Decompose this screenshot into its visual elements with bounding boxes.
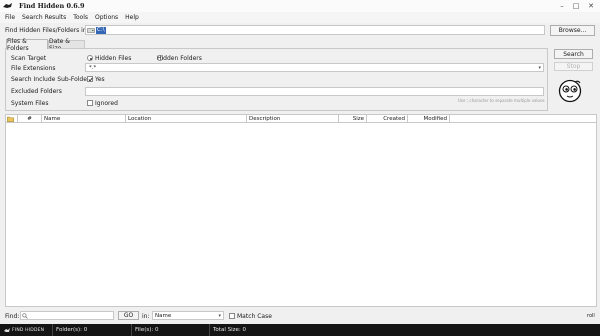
brand-icon xyxy=(4,327,10,332)
app-icon xyxy=(3,3,12,8)
column-header-description[interactable]: Description xyxy=(247,115,339,122)
scroll-indicator: roll xyxy=(587,313,595,319)
file-extensions-combobox[interactable]: *.* ▾ xyxy=(85,63,544,72)
include-subfolders-label: Search Include Sub-Folders xyxy=(11,76,93,83)
column-header-name[interactable]: Name xyxy=(42,115,126,122)
menu-options[interactable]: Options xyxy=(95,14,118,21)
search-button[interactable]: Search xyxy=(554,49,593,59)
system-files-label: System Files xyxy=(11,100,49,107)
drive-icon xyxy=(87,28,95,33)
status-bar: FIND HIDDEN Folder(s): 0 File(s): 0 Tota… xyxy=(0,324,600,336)
maximize-icon[interactable]: □ xyxy=(570,1,582,11)
folder-icon xyxy=(7,116,14,122)
include-subfolders-yes-label: Yes xyxy=(95,76,105,83)
menu-tools[interactable]: Tools xyxy=(73,14,88,21)
scan-target-label: Scan Target xyxy=(11,55,47,62)
menu-search-results[interactable]: Search Results xyxy=(22,14,66,21)
status-brand-text: FIND HIDDEN xyxy=(12,327,45,333)
excluded-folders-hint: Use ; character to separate multiple val… xyxy=(458,98,545,103)
chevron-down-icon[interactable]: ▾ xyxy=(538,65,541,71)
excluded-folders-label: Excluded Folders xyxy=(11,88,62,95)
results-list[interactable] xyxy=(5,123,597,307)
search-icon xyxy=(22,313,28,319)
menu-help[interactable]: Help xyxy=(125,14,139,21)
stop-button: Stop xyxy=(554,62,593,71)
hidden-folders-label: Hidden Folders xyxy=(157,55,202,62)
find-field-select[interactable]: Name ▾ xyxy=(152,311,224,320)
search-path-field[interactable]: C:\ xyxy=(85,25,545,35)
window-title: Find Hidden 0.6.9 xyxy=(19,2,85,10)
hidden-files-label: Hidden Files xyxy=(95,55,132,62)
hidden-files-radio[interactable] xyxy=(87,55,93,61)
minimize-icon[interactable]: – xyxy=(556,1,568,11)
file-extensions-value: *.* xyxy=(89,65,97,71)
tab-files-folders[interactable]: Files & Folders xyxy=(6,38,48,52)
menu-bar: File Search Results Tools Options Help xyxy=(0,12,600,23)
status-files: File(s): 0 xyxy=(131,324,209,336)
status-brand: FIND HIDDEN xyxy=(2,324,44,336)
checkmark-icon xyxy=(88,77,93,82)
excluded-folders-field[interactable] xyxy=(85,87,544,96)
file-extensions-label: File Extensions xyxy=(11,65,56,72)
include-subfolders-checkbox[interactable] xyxy=(87,76,93,82)
browse-button[interactable]: Browse... xyxy=(550,25,595,36)
title-bar: Find Hidden 0.6.9 – □ ✕ xyxy=(0,0,600,12)
status-total-size: Total Size: 0 xyxy=(209,324,600,336)
find-label: Find: xyxy=(5,313,20,320)
column-header-index[interactable]: # xyxy=(18,115,42,122)
menu-file[interactable]: File xyxy=(5,14,15,21)
find-input[interactable] xyxy=(20,311,114,320)
system-files-checkbox[interactable] xyxy=(87,100,93,106)
find-in-label: in: xyxy=(142,313,150,320)
match-case-label: Match Case xyxy=(237,313,272,320)
column-header-size[interactable]: Size xyxy=(339,115,367,122)
column-header-location[interactable]: Location xyxy=(126,115,247,122)
match-case-checkbox[interactable] xyxy=(229,313,235,319)
status-folders: Folder(s): 0 xyxy=(52,324,102,336)
search-path-value: C:\ xyxy=(96,27,106,34)
system-files-ignored-label: Ignored xyxy=(95,100,118,107)
column-header-created[interactable]: Created xyxy=(367,115,408,122)
search-path-label: Find Hidden Files/Folders in: xyxy=(5,27,89,34)
results-header: # Name Location Description Size Created… xyxy=(5,114,597,123)
chevron-down-icon[interactable]: ▾ xyxy=(218,313,221,319)
column-header-modified[interactable]: Modified xyxy=(408,115,450,122)
close-icon[interactable]: ✕ xyxy=(585,1,597,11)
mascot-icon xyxy=(558,79,582,103)
go-button[interactable]: GO xyxy=(118,311,139,320)
find-field-value: Name xyxy=(155,313,172,319)
select-all-column[interactable] xyxy=(6,115,18,122)
